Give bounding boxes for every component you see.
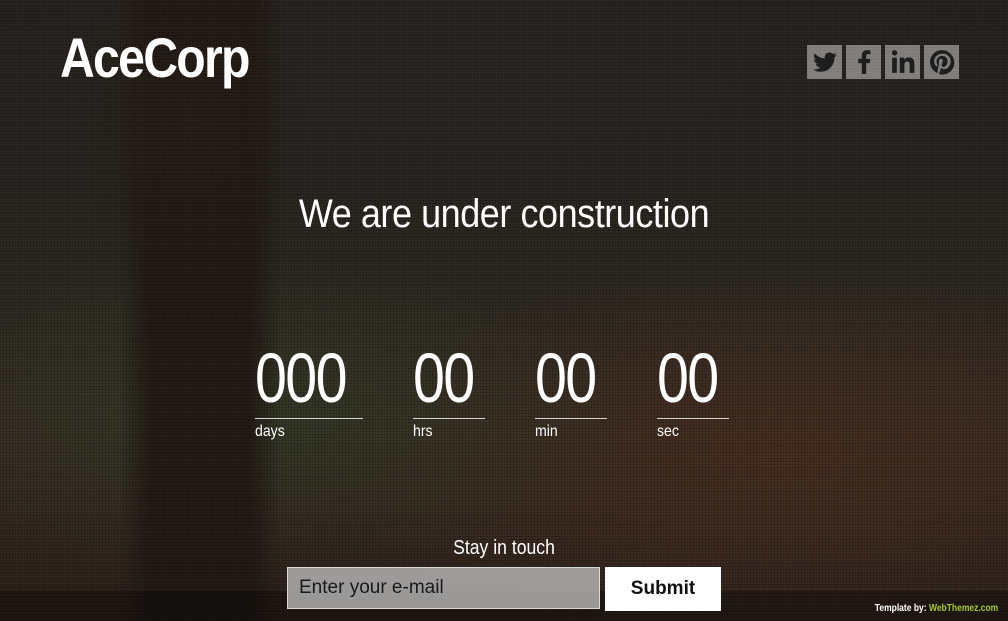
credit-link[interactable]: WebThemez.com — [929, 603, 998, 614]
days-label: days — [255, 423, 285, 440]
seconds-value: 00 — [657, 339, 719, 417]
hours-value: 00 — [413, 339, 475, 417]
countdown-minutes: 00 min — [535, 338, 607, 444]
pinterest-icon — [929, 50, 954, 75]
minutes-value: 00 — [535, 339, 597, 417]
email-input[interactable] — [287, 567, 600, 609]
days-underline — [255, 418, 363, 419]
hours-label: hrs — [413, 423, 433, 440]
countdown-days: 000 days — [255, 338, 363, 444]
background-photo — [0, 0, 1008, 621]
page-headline: We are under construction — [298, 192, 710, 236]
minutes-label: min — [535, 423, 558, 440]
seconds-underline — [657, 418, 729, 419]
facebook-link[interactable] — [846, 45, 881, 79]
minutes-underline — [535, 418, 607, 419]
twitter-icon — [812, 52, 837, 72]
stay-in-touch-heading: Stay in touch — [453, 537, 555, 559]
submit-button[interactable]: Submit — [605, 567, 721, 611]
twitter-link[interactable] — [807, 45, 842, 79]
countdown-hours: 00 hrs — [413, 338, 485, 444]
linkedin-link[interactable] — [885, 45, 920, 79]
linkedin-icon — [891, 50, 914, 73]
social-links — [807, 45, 959, 79]
countdown-seconds: 00 sec — [657, 338, 729, 444]
template-credit: Template by: WebThemez.com — [875, 603, 998, 614]
hours-underline — [413, 418, 485, 419]
brand-logo[interactable]: AceCorp — [60, 26, 250, 90]
seconds-label: sec — [657, 423, 679, 440]
pinterest-link[interactable] — [924, 45, 959, 79]
credit-prefix: Template by: — [874, 603, 927, 614]
facebook-icon — [857, 50, 870, 74]
days-value: 000 — [255, 339, 347, 417]
